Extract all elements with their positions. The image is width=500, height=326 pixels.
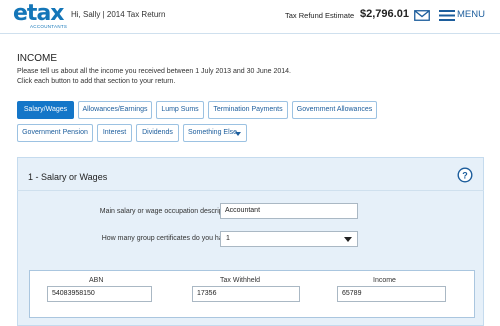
chip-interest[interactable]: Interest xyxy=(97,124,132,142)
chip-dividends[interactable]: Dividends xyxy=(136,124,179,142)
mail-icon[interactable] xyxy=(414,10,430,21)
panel-header-divider xyxy=(17,190,484,191)
svg-text:?: ? xyxy=(462,170,468,180)
etax-logo[interactable]: etax ACCOUNTANTS xyxy=(13,1,68,31)
occupation-input[interactable]: Accountant xyxy=(220,203,358,219)
caret-down-icon xyxy=(235,132,241,136)
chip-government-pension[interactable]: Government Pension xyxy=(17,124,93,142)
chip-allowances-earnings[interactable]: Allowances/Earnings xyxy=(78,101,152,119)
certificates-select-value: 1 xyxy=(226,235,230,242)
chip-lump-sums[interactable]: Lump Sums xyxy=(156,101,204,119)
something-else-label: Something Else xyxy=(188,129,238,136)
income-column-label: Income xyxy=(373,277,396,284)
intro-text: Please tell us about all the income you … xyxy=(17,67,457,87)
chip-government-allowances[interactable]: Government Allowances xyxy=(292,101,377,119)
user-greeting: Hi, Sally | 2014 Tax Return xyxy=(71,10,166,19)
intro-line-2: Click each button to add that section to… xyxy=(17,78,176,85)
refund-estimate-amount: $2,796.01 xyxy=(360,8,409,20)
abn-column-label: ABN xyxy=(89,277,104,284)
tax-withheld-input[interactable]: 17356 xyxy=(192,286,300,302)
chip-termination-payments[interactable]: Termination Payments xyxy=(208,101,288,119)
chip-salary-wages[interactable]: Salary/Wages xyxy=(17,101,74,119)
logo-text: etax xyxy=(13,1,64,26)
select-caret-icon xyxy=(344,237,352,242)
page-title: INCOME xyxy=(17,53,57,64)
income-input[interactable]: 65789 xyxy=(337,286,446,302)
panel-title: 1 - Salary or Wages xyxy=(28,172,108,182)
refund-estimate-label: Tax Refund Estimate xyxy=(285,11,355,20)
occupation-label: Main salary or wage occupation descripti… xyxy=(99,208,234,215)
certificates-label: How many group certificates do you have? xyxy=(101,235,234,242)
hamburger-menu-icon[interactable] xyxy=(439,9,455,22)
intro-line-1: Please tell us about all the income you … xyxy=(17,68,291,75)
tax-withheld-column-label: Tax Withheld xyxy=(220,277,261,284)
abn-input[interactable]: 54083958150 xyxy=(47,286,152,302)
certificates-select[interactable]: 1 xyxy=(220,231,358,247)
help-icon[interactable]: ? xyxy=(457,167,473,183)
chip-something-else-dropdown[interactable]: Something Else xyxy=(183,124,247,142)
header-divider xyxy=(0,33,500,34)
menu-button[interactable]: MENU xyxy=(457,9,485,20)
logo-subtext: ACCOUNTANTS xyxy=(30,24,68,29)
top-bar: etax ACCOUNTANTS Hi, Sally | 2014 Tax Re… xyxy=(0,0,500,33)
